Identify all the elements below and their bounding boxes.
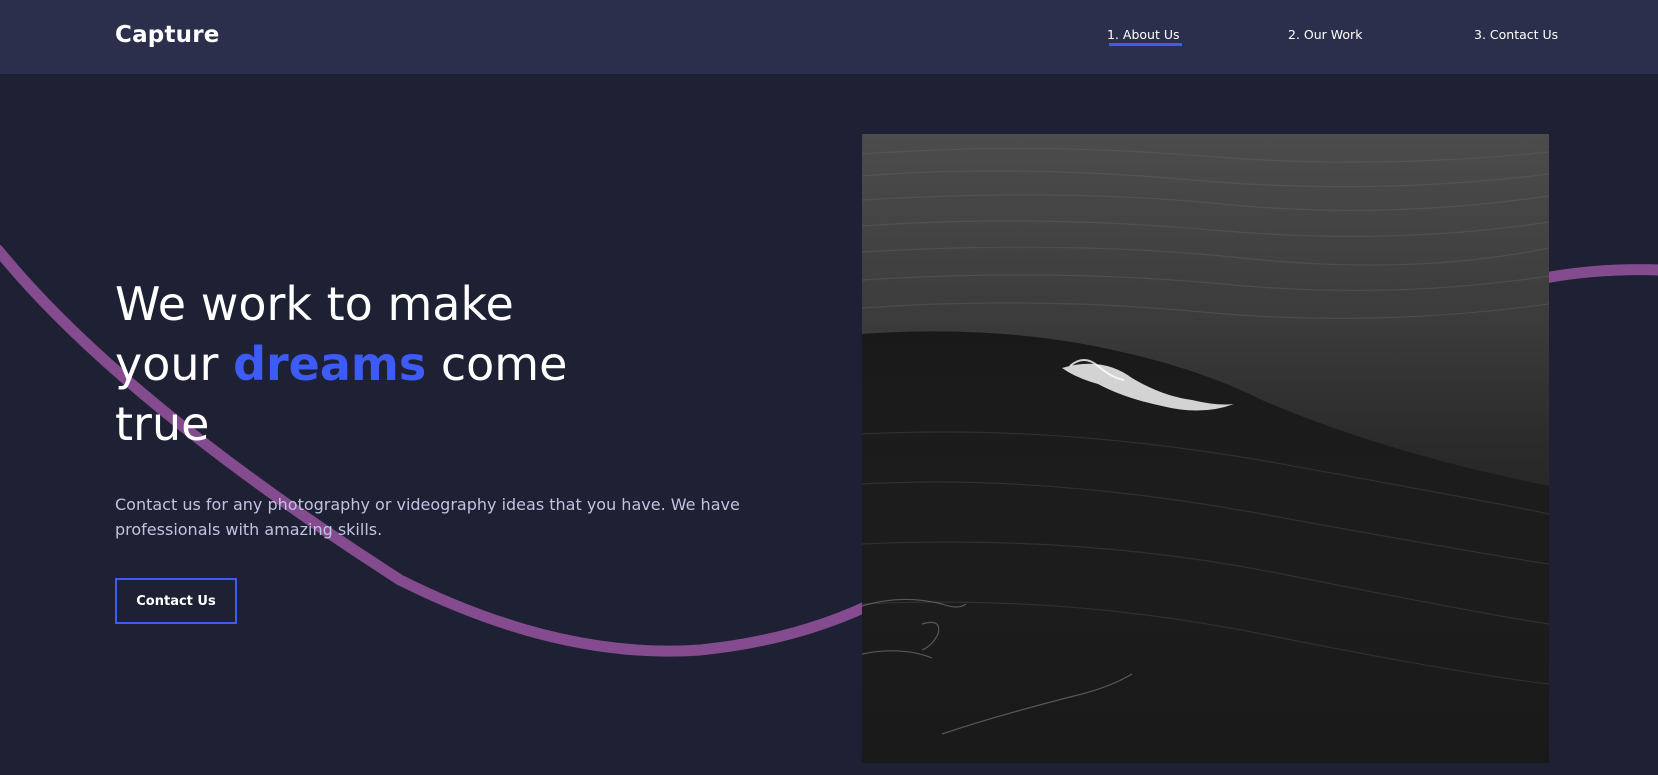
contact-us-button[interactable]: Contact Us bbox=[115, 578, 237, 624]
logo[interactable]: Capture bbox=[115, 20, 220, 50]
nav-link-our-work[interactable]: 2. Our Work bbox=[1288, 26, 1362, 44]
nav-link-about-us[interactable]: 1. About Us bbox=[1107, 26, 1180, 44]
hero-title: We work to make your dreams come true bbox=[115, 274, 567, 454]
hero-title-line3: true bbox=[115, 397, 210, 451]
active-nav-underline bbox=[1109, 43, 1182, 46]
hero-title-line1: We work to make bbox=[115, 277, 514, 331]
nav-link-contact-us[interactable]: 3. Contact Us bbox=[1474, 26, 1558, 44]
landing-page: Capture 1. About Us 2. Our Work 3. Conta… bbox=[0, 0, 1658, 775]
ocean-wave-photo bbox=[862, 134, 1549, 763]
hero-description: Contact us for any photography or videog… bbox=[115, 495, 740, 539]
hero-title-line2-post: come bbox=[426, 337, 568, 391]
hero-title-line2-pre: your bbox=[115, 337, 234, 391]
hero-title-highlight: dreams bbox=[233, 337, 427, 391]
navbar: Capture 1. About Us 2. Our Work 3. Conta… bbox=[0, 0, 1658, 74]
